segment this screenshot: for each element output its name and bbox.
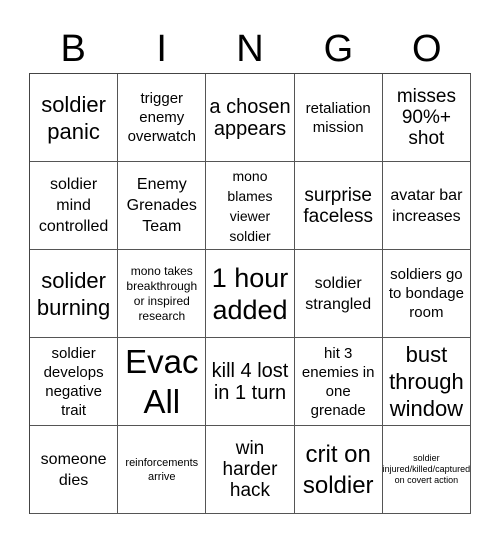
cell-text: misses 90%+ shot	[396, 86, 456, 149]
cell-text: hit 3 enemies in one grenade	[301, 344, 375, 419]
bingo-cell[interactable]: mono blames viewer soldier	[206, 162, 295, 250]
cell-text: Evac All	[125, 342, 199, 420]
bingo-grid: soldier panic trigger enemy overwatch a …	[29, 73, 471, 514]
header-letter-n: N	[236, 28, 264, 70]
cell-text: someone dies	[40, 450, 107, 489]
bingo-cell[interactable]: Evac All	[118, 338, 207, 426]
bingo-cell[interactable]: avatar bar increases	[382, 162, 471, 250]
cell-text: soldier develops negative trait	[43, 344, 104, 419]
cell-text: bust through window	[389, 342, 464, 421]
bingo-cell[interactable]: soldiers go to bondage room	[382, 250, 471, 338]
bingo-cell[interactable]: soldier mind controlled	[30, 162, 119, 250]
bingo-cell[interactable]: a chosen appears	[206, 74, 295, 162]
bingo-cell[interactable]: soldier strangled	[294, 250, 383, 338]
cell-text: kill 4 lost in 1 turn	[211, 359, 289, 404]
cell-text: crit on soldier	[302, 440, 374, 499]
bingo-cell[interactable]: bust through window	[382, 338, 471, 426]
bingo-cell[interactable]: misses 90%+ shot	[382, 74, 471, 162]
cell-text: mono blames viewer soldier	[227, 167, 273, 244]
cell-text: trigger enemy overwatch	[127, 90, 196, 145]
cell-text: soldier strangled	[305, 274, 372, 313]
header-letter-o: O	[412, 28, 442, 70]
bingo-cell[interactable]: surprise faceless	[294, 162, 383, 250]
cell-text: soldier injured/killed/captured on cover…	[382, 453, 471, 485]
bingo-header: B I N G O	[29, 26, 471, 72]
bingo-cell[interactable]: 1 hour added	[206, 250, 295, 338]
cell-text: win harder hack	[222, 438, 278, 501]
bingo-cell[interactable]: hit 3 enemies in one grenade	[294, 338, 383, 426]
cell-text: retaliation mission	[305, 99, 371, 136]
cell-text: a chosen appears	[209, 95, 291, 140]
bingo-cell[interactable]: crit on soldier	[294, 426, 383, 514]
cell-text: surprise faceless	[303, 184, 374, 227]
bingo-cell[interactable]: soldier injured/killed/captured on cover…	[382, 426, 471, 514]
cell-text: soldier panic	[41, 91, 106, 144]
bingo-cell[interactable]: trigger enemy overwatch	[118, 74, 207, 162]
bingo-cell[interactable]: win harder hack	[206, 426, 295, 514]
bingo-cell[interactable]: someone dies	[30, 426, 119, 514]
bingo-cell[interactable]: soldier develops negative trait	[30, 338, 119, 426]
bingo-cell[interactable]: solider burning	[30, 250, 119, 338]
header-letter-g: G	[323, 28, 354, 70]
bingo-cell[interactable]: Enemy Grenades Team	[118, 162, 207, 250]
bingo-cell[interactable]: mono takes breakthrough or inspired rese…	[118, 250, 207, 338]
bingo-cell[interactable]: kill 4 lost in 1 turn	[206, 338, 295, 426]
cell-text: solider burning	[36, 267, 111, 320]
cell-text: Enemy Grenades Team	[126, 176, 197, 235]
cell-text: soldier mind controlled	[38, 176, 109, 235]
cell-text: avatar bar increases	[390, 186, 463, 225]
cell-text: reinforcements arrive	[125, 456, 199, 483]
bingo-cell[interactable]: soldier panic	[30, 74, 119, 162]
header-letter-i: I	[156, 28, 167, 70]
bingo-cell[interactable]: retaliation mission	[294, 74, 383, 162]
cell-text: soldiers go to bondage room	[388, 266, 464, 321]
cell-text: 1 hour added	[211, 262, 289, 325]
bingo-cell[interactable]: reinforcements arrive	[118, 426, 207, 514]
header-letter-b: B	[60, 28, 86, 70]
cell-text: mono takes breakthrough or inspired rese…	[126, 263, 198, 323]
